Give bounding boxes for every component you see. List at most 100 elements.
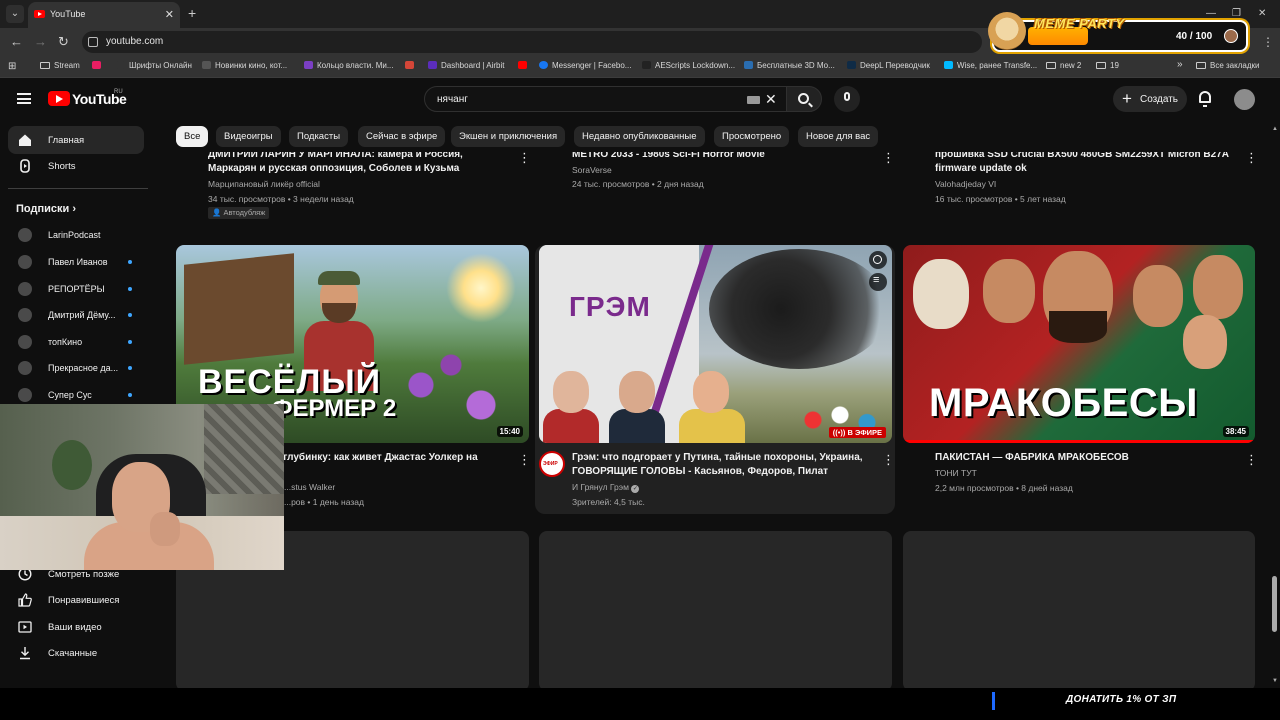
bookmark-1[interactable]	[92, 61, 105, 70]
bookmark-deepl[interactable]: DeepL Переводчик	[847, 61, 930, 70]
farmer-beard	[322, 303, 356, 323]
bookmark-messenger[interactable]: Messenger | Facebo...	[539, 61, 631, 70]
webcam-person-hand	[150, 512, 180, 546]
browser-tab-youtube[interactable]: YouTube ✕	[28, 2, 180, 28]
tab-search-button[interactable]: ⌄	[6, 5, 24, 23]
bookmark-gmail[interactable]	[405, 61, 418, 70]
restore-icon[interactable]: ❐	[1232, 8, 1241, 19]
notifications-bell-icon[interactable]	[1199, 91, 1211, 107]
minimize-icon[interactable]: —	[1206, 8, 1216, 19]
video-title[interactable]: Грэм: что подгорает у Путина, тайные пох…	[572, 451, 877, 465]
more-actions-icon[interactable]	[518, 150, 531, 166]
chip-new-for-you[interactable]: Новое для вас	[798, 126, 879, 147]
new-tab-button[interactable]: +	[188, 5, 196, 21]
guest-figure	[609, 371, 665, 443]
forward-arrow-icon[interactable]: →	[34, 34, 47, 49]
video-thumbnail[interactable]: ГРЭМ ((•)) В ЭФИРЕ	[539, 245, 892, 443]
video-title[interactable]: ПАКИСТАН — ФАБРИКА МРАКОБЕСОВ	[935, 451, 1235, 465]
deepl-icon	[847, 61, 856, 69]
home-icon	[19, 134, 31, 146]
video-title[interactable]: firmware update ok	[935, 162, 1235, 176]
bookmarks-bar: ⊞ Stream Шрифты Онлайн Новинки кино, кот…	[0, 56, 1280, 78]
video-title[interactable]: ГОВОРЯЩИЕ ГОЛОВЫ - Касьянов, Федоров, Пи…	[572, 465, 877, 479]
create-button[interactable]: + Создать	[1113, 86, 1187, 112]
voice-search-button[interactable]	[834, 86, 860, 112]
bookmark-movies[interactable]: Новинки кино, кот...	[202, 61, 287, 70]
loading-placeholder	[539, 531, 892, 688]
search-input[interactable]: нячанг ✕	[424, 86, 788, 112]
farmer-cap	[318, 271, 360, 285]
video-title[interactable]: ...ую глубинку: как живет Джастас Уолкер…	[258, 451, 508, 465]
channel-name[interactable]: Марципановый ликёр official	[208, 179, 320, 189]
man-face	[1133, 265, 1183, 327]
youtube-favicon-icon	[34, 10, 45, 18]
chip-watched[interactable]: Просмотрено	[714, 126, 790, 147]
keyboard-icon[interactable]	[747, 96, 760, 104]
youtube-logo-icon[interactable]	[48, 91, 70, 106]
guest-face	[619, 371, 655, 413]
more-actions-icon[interactable]	[882, 452, 895, 468]
video-title[interactable]: Маркарян и русская оппозиция, Соболев и …	[208, 162, 508, 176]
account-avatar[interactable]	[1234, 89, 1255, 110]
more-actions-icon[interactable]	[882, 150, 895, 166]
video-thumbnail[interactable]: МРАКОБЕСЫ 38:45	[903, 245, 1255, 443]
chip-video-games[interactable]: Видеоигры	[216, 126, 281, 147]
channel-avatar-live[interactable]: ЭФИР	[539, 451, 565, 477]
duration-badge: 15:40	[496, 426, 523, 437]
apps-grid-icon[interactable]: ⊞	[8, 61, 16, 72]
bookmark-favicon-icon	[92, 61, 101, 69]
channel-name[interactable]: Valohadjeday VI	[935, 179, 996, 189]
create-label: Создать	[1140, 94, 1179, 105]
meme-avatar	[1224, 29, 1238, 43]
bookmark-fonts[interactable]: Шрифты Онлайн	[116, 61, 192, 70]
reload-icon[interactable]: ↻	[58, 34, 69, 50]
search-query: нячанг	[437, 94, 468, 105]
scrollbar-thumb[interactable]	[1272, 576, 1277, 632]
bookmark-new2[interactable]: new 2	[1046, 61, 1081, 70]
duration-badge: 38:45	[1222, 426, 1249, 437]
clear-search-icon[interactable]: ✕	[765, 91, 777, 108]
chip-podcasts[interactable]: Подкасты	[289, 126, 349, 147]
close-window-icon[interactable]: ✕	[1258, 8, 1266, 19]
chip-live-now[interactable]: Сейчас в эфире	[358, 126, 446, 147]
more-actions-icon[interactable]	[1245, 150, 1258, 166]
watch-progress-bar	[903, 440, 1255, 443]
scroll-down-arrow-icon[interactable]: ▼	[1272, 678, 1278, 684]
browser-menu-icon[interactable]: ⋮	[1262, 35, 1274, 49]
channel-name[interactable]: ТОНИ ТУТ	[935, 468, 977, 478]
more-actions-icon[interactable]	[518, 452, 531, 468]
chip-recently-uploaded[interactable]: Недавно опубликованные	[574, 126, 705, 147]
chip-all[interactable]: Все	[176, 126, 209, 147]
search-button[interactable]	[786, 86, 822, 112]
add-to-queue-icon[interactable]	[869, 273, 887, 291]
youtube-favicon-icon	[518, 61, 527, 69]
scroll-up-arrow-icon[interactable]: ▲	[1272, 126, 1278, 132]
video-stats: 34 тыс. просмотров • 3 недели назад	[208, 194, 354, 204]
stream-bottom-strip: ДОНАТИТЬ 1% ОТ ЗП	[0, 688, 1280, 720]
channel-name[interactable]: ...stus Walker	[284, 482, 335, 492]
site-info-icon[interactable]	[88, 37, 98, 47]
bookmark-airbit[interactable]: Dashboard | Airbit	[428, 61, 504, 70]
avatar-live-label: ЭФИР	[543, 461, 558, 467]
menu-icon[interactable]	[17, 93, 31, 104]
tab-close-icon[interactable]: ✕	[165, 8, 174, 21]
tab-title: YouTube	[50, 9, 86, 19]
channel-name[interactable]: И Грянул Грэм ✓	[572, 482, 640, 493]
bookmark-aescripts[interactable]: AEScripts Lockdown...	[642, 61, 735, 70]
chip-action-adventure[interactable]: Экшен и приключения	[451, 126, 566, 147]
bookmark-stream[interactable]: Stream	[40, 61, 80, 70]
watch-later-icon[interactable]	[869, 251, 887, 269]
more-actions-icon[interactable]	[1245, 452, 1258, 468]
person-icon: 👤	[212, 208, 222, 217]
meme-party-count: 40 / 100	[1176, 31, 1213, 42]
bookmark-rings[interactable]: Кольцо власти. Ми...	[304, 61, 394, 70]
bookmark-youtube[interactable]	[518, 61, 531, 70]
channel-name[interactable]: SoraVerse	[572, 165, 612, 175]
bookmarks-overflow-button[interactable]: »	[1177, 59, 1183, 70]
bookmark-3d[interactable]: Бесплатные 3D Мо...	[744, 61, 835, 70]
address-bar[interactable]: youtube.com	[82, 31, 982, 53]
back-arrow-icon[interactable]: ←	[10, 34, 23, 49]
bookmark-wise[interactable]: Wise, ранее Transfe...	[944, 61, 1037, 70]
all-bookmarks[interactable]: Все закладки	[1196, 61, 1259, 70]
bookmark-19[interactable]: 19	[1096, 61, 1119, 70]
